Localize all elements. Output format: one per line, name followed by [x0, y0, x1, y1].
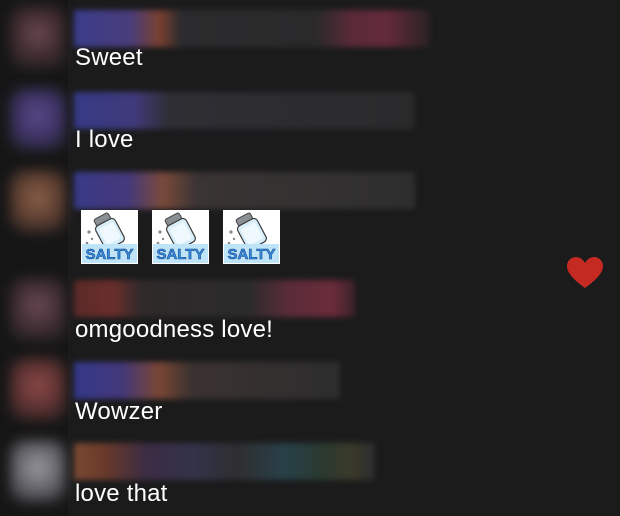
- avatar-column: [0, 0, 68, 516]
- salty-sticker[interactable]: SALTY: [81, 210, 138, 264]
- avatar[interactable]: [10, 170, 66, 232]
- message-text: love that: [75, 480, 168, 507]
- message-text: omgoodness love!: [75, 316, 273, 343]
- salt-shaker-icon: SALTY: [224, 212, 279, 263]
- avatar[interactable]: [10, 88, 66, 150]
- salty-sticker[interactable]: SALTY: [223, 210, 280, 264]
- avatar[interactable]: [10, 278, 66, 340]
- salty-sticker[interactable]: SALTY: [152, 210, 209, 264]
- sticker-label: SALTY: [156, 246, 204, 263]
- message-text: Sweet: [75, 44, 143, 71]
- username-redacted[interactable]: [74, 172, 415, 209]
- username-redacted[interactable]: [74, 10, 430, 47]
- avatar[interactable]: [10, 6, 66, 68]
- salt-shaker-icon: SALTY: [82, 212, 137, 263]
- avatar[interactable]: [10, 358, 66, 420]
- avatar[interactable]: [10, 440, 66, 502]
- username-redacted[interactable]: [74, 280, 355, 317]
- username-redacted[interactable]: [74, 443, 375, 480]
- heart-icon[interactable]: [566, 256, 604, 290]
- message-text: Wowzer: [75, 398, 163, 425]
- salt-shaker-icon: SALTY: [153, 212, 208, 263]
- username-redacted[interactable]: [74, 362, 340, 399]
- sticker-label: SALTY: [227, 246, 275, 263]
- sticker-label: SALTY: [85, 246, 133, 263]
- username-redacted[interactable]: [74, 92, 414, 129]
- message-text: I love: [75, 126, 134, 153]
